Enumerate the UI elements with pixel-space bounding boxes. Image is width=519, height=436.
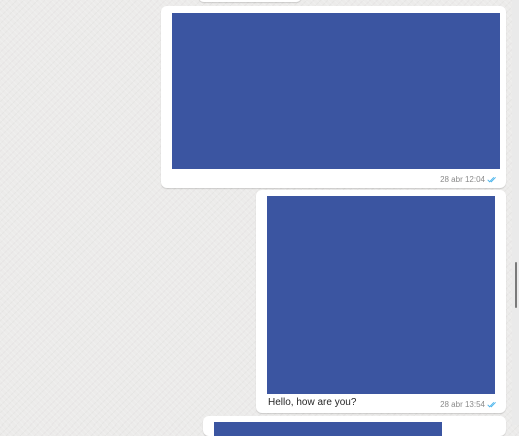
next-message-bubble[interactable] — [203, 416, 506, 436]
message-bubble[interactable]: Hello, how are you? 28 abr 13:54 — [256, 190, 506, 413]
message-meta: 28 abr 12:04 — [440, 175, 498, 184]
previous-message-bubble[interactable] — [198, 0, 302, 2]
message-meta: 28 abr 13:54 — [440, 400, 498, 409]
scrollbar[interactable] — [512, 0, 519, 425]
message-caption: Hello, how are you? — [268, 397, 357, 408]
next-message-media[interactable] — [214, 422, 442, 436]
image-attachment[interactable] — [172, 13, 500, 169]
message-timestamp: 28 abr 12:04 — [440, 175, 485, 184]
message-bubble[interactable]: 28 abr 12:04 — [161, 6, 506, 188]
double-check-icon — [487, 401, 496, 408]
image-attachment[interactable] — [267, 196, 495, 394]
scrollbar-thumb[interactable] — [515, 262, 517, 308]
double-check-icon — [487, 176, 496, 183]
chat-area: 28 abr 12:04 Hello, how are you? 28 abr … — [0, 0, 512, 436]
message-timestamp: 28 abr 13:54 — [440, 400, 485, 409]
